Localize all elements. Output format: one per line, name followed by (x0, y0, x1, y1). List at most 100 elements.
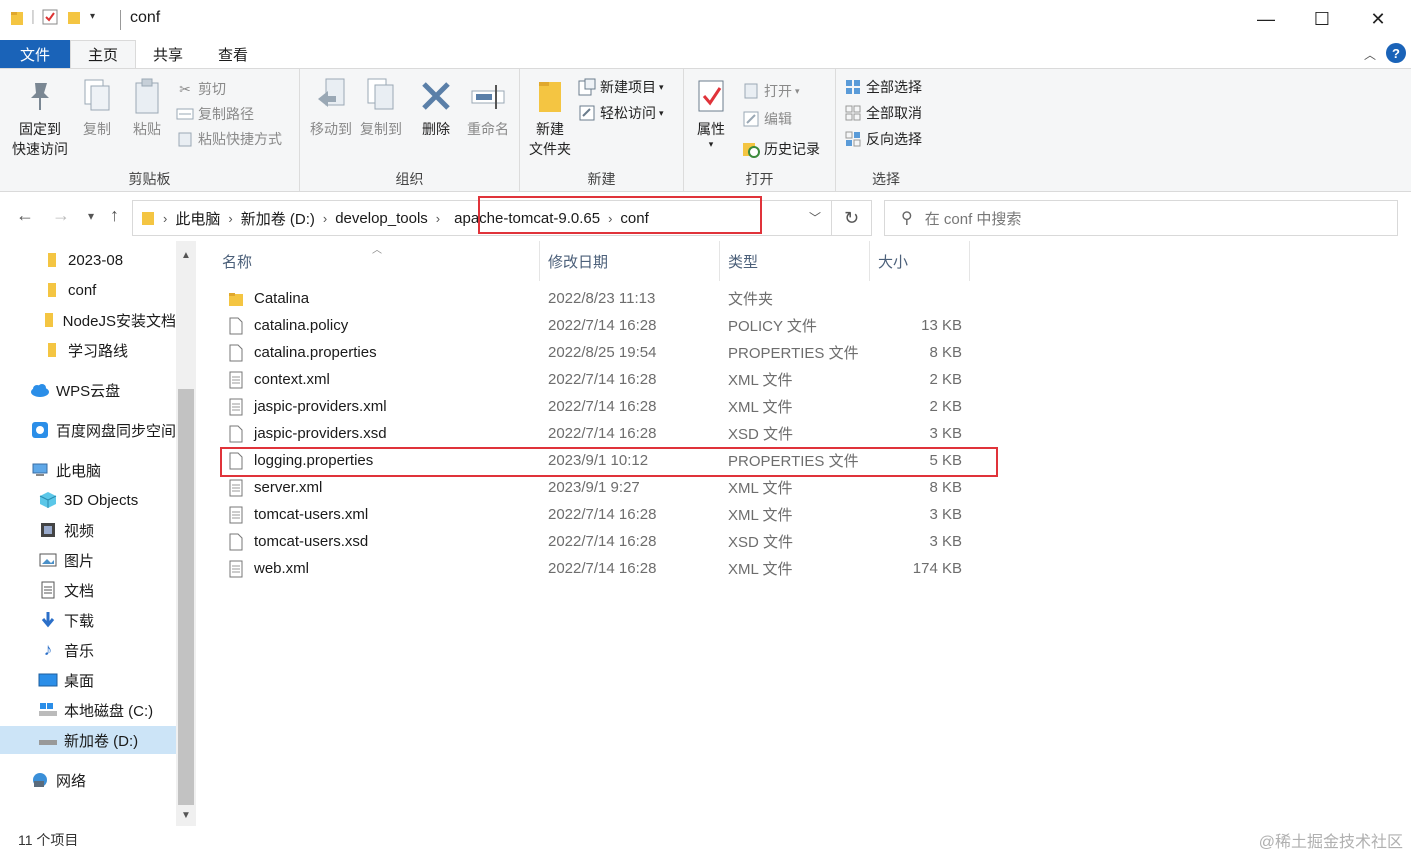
breadcrumb-this-pc[interactable]: 此电脑 (169, 208, 226, 229)
nav-item-wps-cloud[interactable]: WPS云盘 (0, 376, 176, 404)
nav-item-conf[interactable]: conf (0, 276, 176, 304)
nav-label: 本地磁盘 (C:) (64, 702, 154, 720)
nav-item-nodejs-docs[interactable]: NodeJS安装文档 (0, 306, 176, 334)
column-header-date[interactable]: 修改日期 (540, 241, 720, 281)
properties-button[interactable]: 属性 ▾ (690, 77, 732, 149)
file-name: tomcat-users.xsd (254, 533, 369, 550)
breadcrumb-separator-icon[interactable]: › (161, 211, 169, 226)
folder-icon (228, 289, 244, 309)
rename-button[interactable]: 重命名 (462, 77, 514, 139)
new-item-button[interactable]: 新建项目 ▾ (578, 75, 664, 99)
column-header-name[interactable]: 名称 (214, 241, 540, 281)
address-dropdown-chevron-icon[interactable]: ﹀ (809, 209, 821, 226)
tab-share[interactable]: 共享 (136, 40, 200, 68)
breadcrumb-drive-d[interactable]: 新加卷 (D:) (235, 208, 321, 229)
refresh-button[interactable]: ↻ (832, 200, 872, 236)
tab-file[interactable]: 文件 (0, 40, 70, 68)
scroll-thumb[interactable] (178, 389, 194, 805)
nav-item-videos[interactable]: 视频 (0, 516, 176, 544)
easy-access-button[interactable]: 轻松访问 ▾ (578, 101, 664, 125)
nav-item-pictures[interactable]: 图片 (0, 546, 176, 574)
nav-item-downloads[interactable]: 下载 (0, 606, 176, 634)
file-row[interactable]: context.xml 2022/7/14 16:28 XML 文件 2 KB (220, 366, 1000, 393)
file-row[interactable]: tomcat-users.xsd 2022/7/14 16:28 XSD 文件 3 K… (220, 528, 1000, 555)
file-size: 2 KB (929, 398, 962, 415)
select-all-button[interactable]: 全部选择 (844, 75, 922, 99)
file-row[interactable]: server.xml 2023/9/1 9:27 XML 文件 8 KB (220, 474, 1000, 501)
maximize-button[interactable]: ☐ (1294, 0, 1350, 38)
nav-item-documents[interactable]: 文档 (0, 576, 176, 604)
minimize-button[interactable]: — (1238, 0, 1294, 38)
back-arrow-icon[interactable]: ← (16, 205, 34, 226)
file-type: XML 文件 (728, 561, 793, 578)
move-to-button[interactable]: 移动到 (306, 77, 356, 139)
breadcrumb-separator-icon[interactable]: › (321, 211, 329, 226)
file-row[interactable]: web.xml 2022/7/14 16:28 XML 文件 174 KB (220, 555, 1000, 582)
pin-quick-access-button[interactable]: 固定到 快速访问 (8, 77, 72, 159)
close-button[interactable]: ✕ (1350, 0, 1406, 38)
paste-button[interactable]: 粘贴 (126, 77, 168, 139)
chevron-down-icon[interactable]: ▾ (90, 11, 95, 22)
search-box[interactable]: ⚲ 在 conf 中搜索 (884, 200, 1398, 236)
help-icon[interactable]: ? (1386, 43, 1406, 63)
breadcrumb-separator-icon[interactable]: › (434, 211, 442, 226)
new-folder-button[interactable]: 新建 文件夹 (524, 77, 576, 159)
cut-button[interactable]: ✂ 剪切 (176, 77, 226, 101)
forward-arrow-icon[interactable]: → (52, 205, 70, 226)
folder-icon (141, 210, 155, 226)
recent-locations-chevron-icon[interactable]: ▾ (88, 209, 94, 223)
folder-icon[interactable] (10, 10, 24, 25)
copy-button[interactable]: 复制 (76, 77, 118, 139)
invert-selection-button[interactable]: 反向选择 (844, 127, 922, 151)
nav-item-music[interactable]: ♪ 音乐 (0, 636, 176, 664)
delete-button[interactable]: 删除 (416, 77, 456, 139)
nav-item-this-pc[interactable]: 此电脑 (0, 456, 176, 484)
nav-item-drive-d[interactable]: 新加卷 (D:) (0, 726, 176, 754)
history-button[interactable]: 历史记录 (742, 137, 820, 161)
select-none-button[interactable]: 全部取消 (844, 101, 922, 125)
copy-path-button[interactable]: 复制路径 (176, 102, 254, 126)
file-row[interactable]: jaspic-providers.xsd 2022/7/14 16:28 XSD 文… (220, 420, 1000, 447)
up-arrow-icon[interactable]: ↑ (110, 205, 119, 226)
tab-home[interactable]: 主页 (70, 40, 136, 68)
open-button[interactable]: 打开 ▾ (742, 79, 800, 103)
file-type: PROPERTIES 文件 (728, 345, 859, 362)
copy-to-button[interactable]: 复制到 (356, 77, 406, 139)
scroll-up-icon[interactable]: ▲ (176, 245, 196, 265)
collapse-ribbon-icon[interactable]: ︿ (1364, 46, 1376, 63)
file-row[interactable]: tomcat-users.xml 2022/7/14 16:28 XML 文件 3 K… (220, 501, 1000, 528)
download-icon (38, 611, 58, 629)
column-header-type[interactable]: 类型 (720, 241, 870, 281)
nav-item-2023-08[interactable]: 2023-08 (0, 246, 176, 274)
file-icon (228, 316, 244, 336)
file-type: POLICY 文件 (728, 318, 817, 335)
nav-item-3d-objects[interactable]: 3D Objects (0, 486, 176, 514)
nav-item-drive-c[interactable]: 本地磁盘 (C:) (0, 696, 176, 724)
tab-view[interactable]: 查看 (200, 40, 266, 68)
column-header-size[interactable]: 大小 (870, 241, 970, 281)
scroll-down-icon[interactable]: ▼ (176, 805, 196, 825)
breadcrumb-develop-tools[interactable]: develop_tools (329, 210, 434, 227)
computer-icon (30, 461, 50, 479)
nav-item-network[interactable]: 网络 (0, 766, 176, 794)
open-label: 打开 (764, 83, 792, 99)
nav-item-baidu-sync[interactable]: 百度网盘同步空间 (0, 416, 176, 444)
properties-check-icon[interactable] (42, 9, 58, 25)
file-row[interactable]: Catalina 2022/8/23 11:13 文件夹 (220, 285, 1000, 312)
nav-item-desktop[interactable]: 桌面 (0, 666, 176, 694)
edit-button[interactable]: 编辑 (742, 107, 792, 131)
organize-group-label: 组织 (395, 171, 424, 187)
pin-icon (22, 77, 58, 115)
file-row[interactable]: catalina.properties 2022/8/25 19:54 PROPER… (220, 339, 1000, 366)
nav-label: 音乐 (64, 642, 95, 660)
nav-item-learning-path[interactable]: 学习路线 (0, 336, 176, 364)
breadcrumb-separator-icon[interactable]: › (226, 211, 234, 226)
new-folder-icon[interactable] (66, 9, 82, 25)
paste-shortcut-button[interactable]: 粘贴快捷方式 (176, 127, 282, 151)
pin-label-2: 快速访问 (12, 141, 68, 157)
highlight-box-path (478, 196, 762, 234)
file-name-cell: Catalina (228, 285, 309, 312)
nav-scrollbar[interactable]: ▲ ▼ (176, 241, 196, 826)
file-row[interactable]: catalina.policy 2022/7/14 16:28 POLICY 文件 1… (220, 312, 1000, 339)
file-row[interactable]: jaspic-providers.xml 2022/7/14 16:28 XML 文… (220, 393, 1000, 420)
